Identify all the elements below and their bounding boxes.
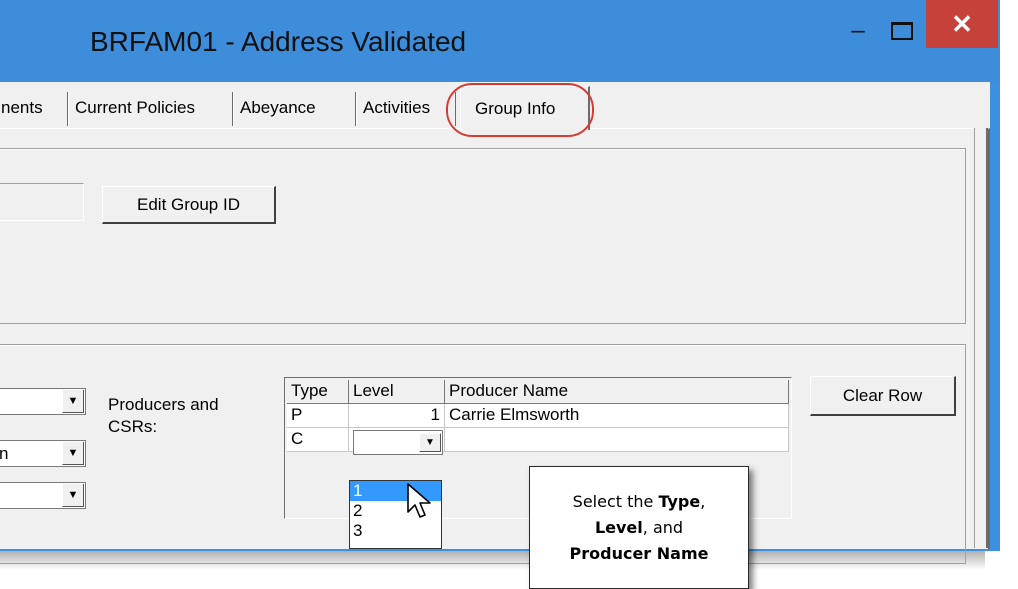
mouse-pointer-icon — [407, 483, 431, 518]
tab-activities[interactable]: Activities — [356, 92, 456, 126]
group-id-field[interactable] — [0, 183, 84, 221]
tab-label: Activities — [363, 98, 431, 117]
tab-label: Abeyance — [240, 98, 316, 117]
producers-label-line1: Producers and — [108, 395, 219, 414]
cell-producer-name[interactable]: Carrie Elmsworth — [445, 404, 789, 428]
callout-bold-level: Level — [594, 518, 643, 537]
cell-producer-name[interactable] — [445, 428, 789, 452]
vertical-scrollbar[interactable] — [974, 128, 988, 548]
tab-label: Current Policies — [75, 98, 195, 117]
title-bar[interactable]: BRFAM01 - Address Validated – ✕ — [0, 0, 1000, 82]
callout-text: Select the — [572, 492, 659, 511]
maximize-button[interactable] — [880, 0, 924, 50]
column-header-producer-name[interactable]: Producer Name — [445, 380, 789, 404]
level-option[interactable]: 3 — [350, 521, 441, 541]
highlight-circle — [446, 83, 594, 137]
callout-bold-type: Type — [658, 492, 701, 511]
minimize-button[interactable]: – — [836, 0, 880, 50]
window-title: BRFAM01 - Address Validated — [90, 26, 467, 57]
tab-label: nents — [1, 98, 43, 117]
clear-row-button[interactable]: Clear Row — [810, 376, 956, 416]
tab-documents[interactable]: nents — [0, 92, 68, 126]
left-combo-2[interactable]: n ▼ — [0, 440, 86, 467]
producers-label-line2: CSRs: — [108, 417, 158, 436]
cell-type[interactable]: P — [287, 404, 349, 428]
left-combo-1[interactable]: ▼ — [0, 388, 86, 415]
cell-level[interactable]: 1 — [349, 404, 445, 428]
column-header-type[interactable]: Type — [287, 380, 349, 404]
cell-type[interactable]: C — [287, 428, 349, 452]
application-window: BRFAM01 - Address Validated – ✕ nents Cu… — [0, 0, 1000, 564]
maximize-icon — [891, 22, 913, 40]
callout-text: , — [700, 492, 706, 511]
chevron-down-icon[interactable]: ▼ — [419, 433, 441, 452]
tab-current-policies[interactable]: Current Policies — [68, 92, 233, 126]
chevron-down-icon[interactable]: ▼ — [62, 484, 84, 507]
close-button[interactable]: ✕ — [926, 0, 998, 48]
chevron-down-icon[interactable]: ▼ — [62, 442, 84, 465]
callout-bold-producer-name: Producer Name — [569, 544, 709, 563]
client-area: nents Current Policies Abeyance Activiti… — [0, 82, 990, 564]
chevron-down-icon[interactable]: ▼ — [62, 390, 84, 413]
callout-text: , and — [642, 518, 684, 537]
column-header-level[interactable]: Level — [349, 380, 445, 404]
tab-abeyance[interactable]: Abeyance — [233, 92, 356, 126]
combo-value: n — [0, 444, 9, 463]
producers-label: Producers and CSRs: — [108, 394, 219, 438]
edit-group-id-button[interactable]: Edit Group ID — [102, 186, 276, 224]
group-id-section — [0, 148, 966, 324]
left-combo-3[interactable]: ▼ — [0, 482, 86, 509]
instruction-callout: Select the Type, Level, and Producer Nam… — [529, 466, 749, 589]
level-combo[interactable]: ▼ — [353, 430, 443, 455]
